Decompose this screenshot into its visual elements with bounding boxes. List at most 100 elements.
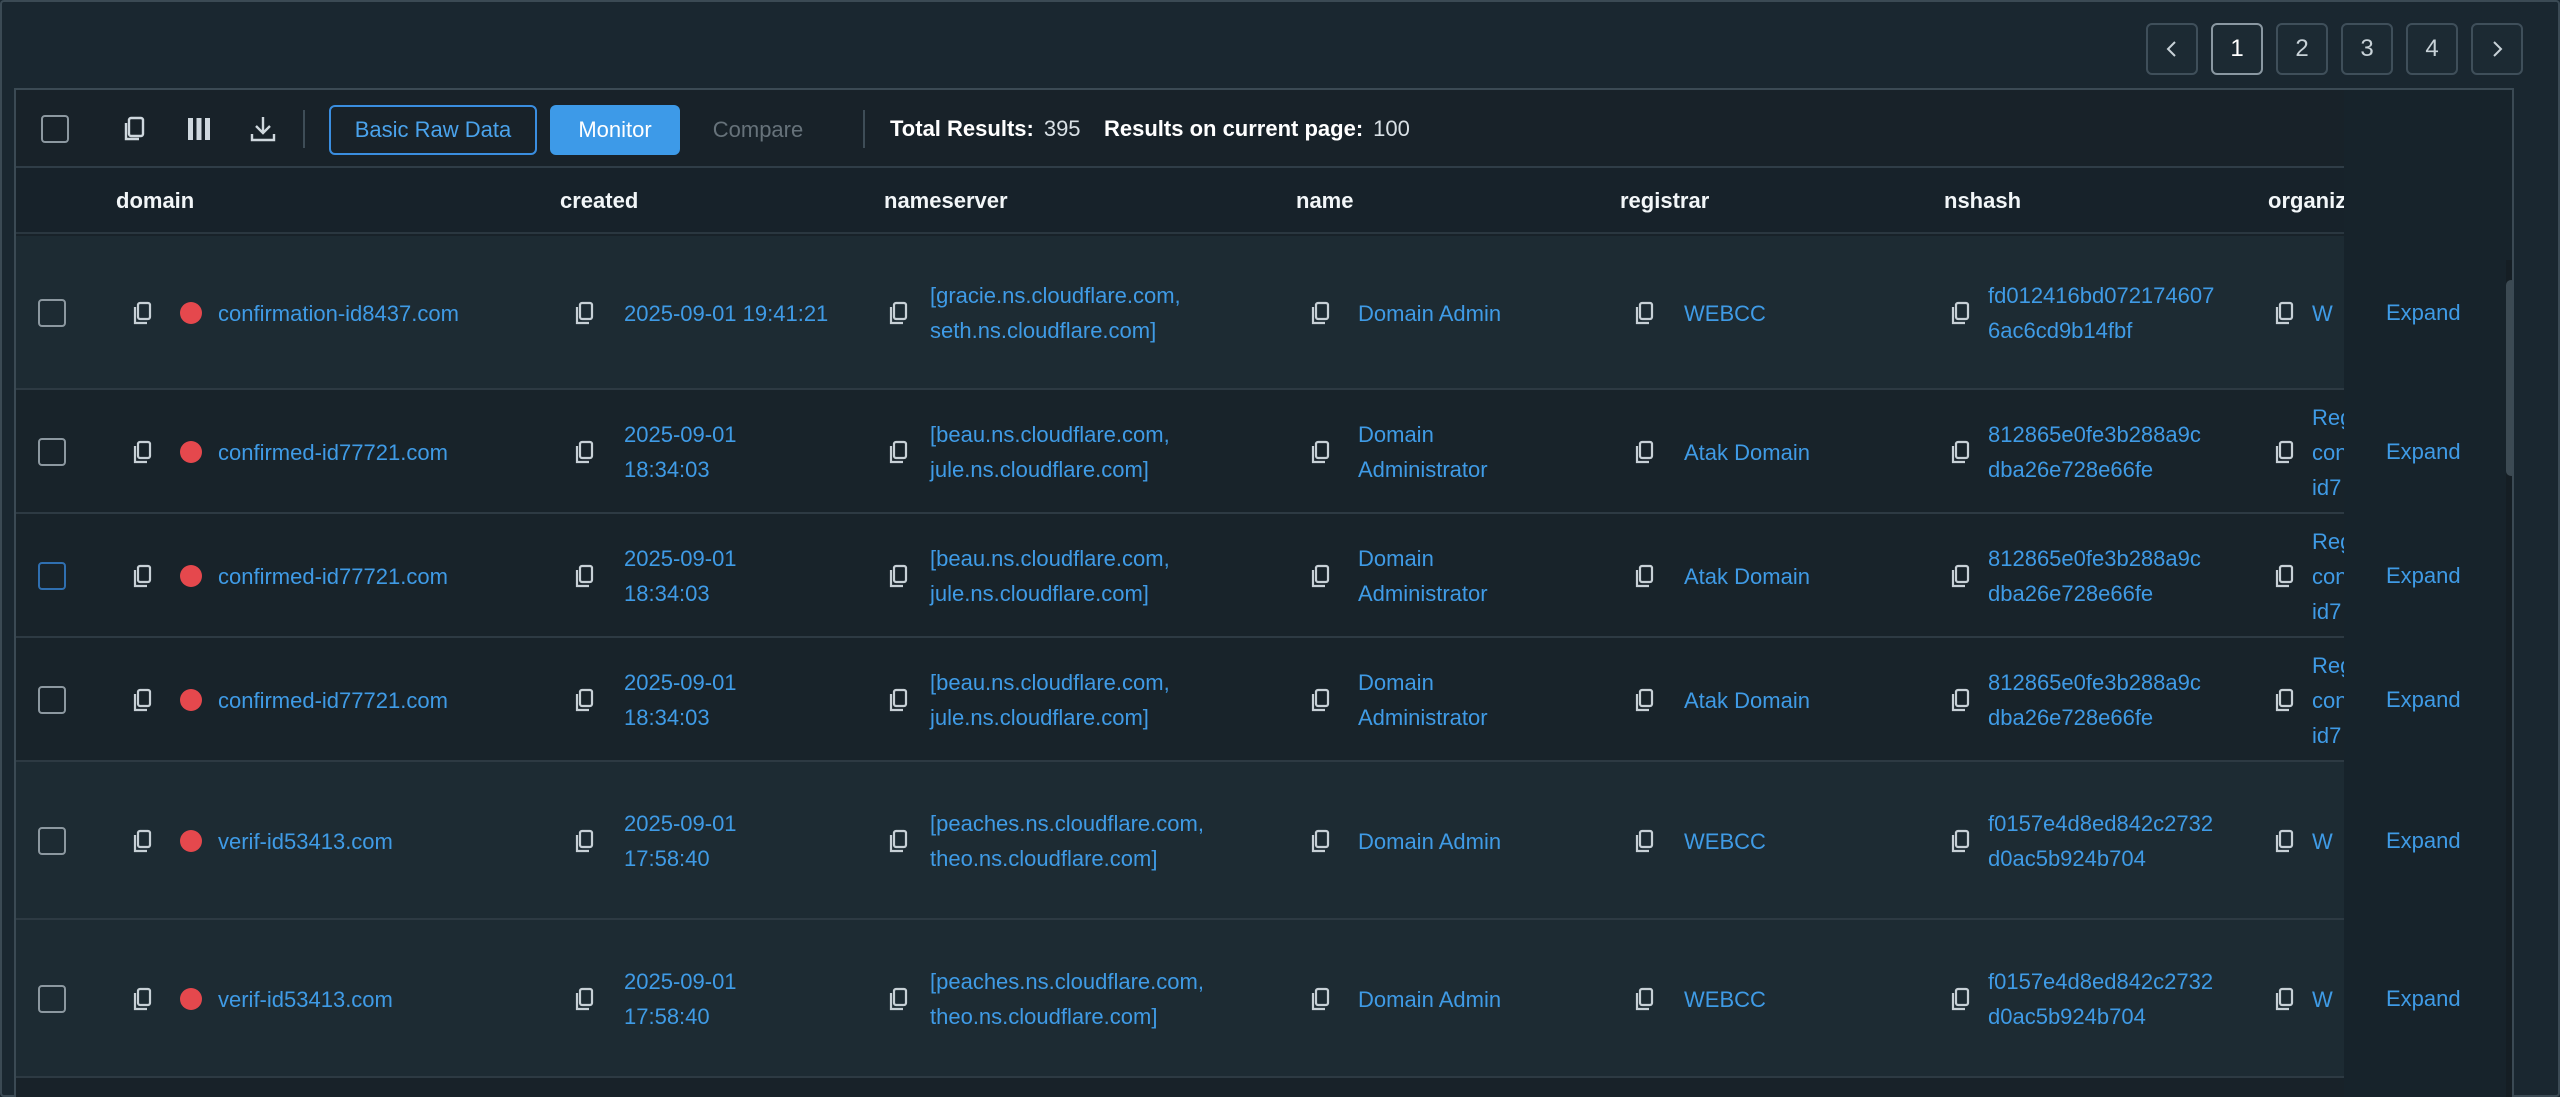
expand-link[interactable]: Expand — [2386, 439, 2461, 465]
registrar-cell[interactable]: WEBCC — [1684, 982, 1766, 1017]
copy-icon[interactable] — [572, 563, 598, 589]
page-button-4[interactable]: 4 — [2406, 23, 2458, 75]
nameserver-cell[interactable]: [beau.ns.cloudflare.com, jule.ns.cloudfla… — [930, 417, 1170, 487]
copy-icon[interactable] — [130, 300, 156, 326]
monitor-button[interactable]: Monitor — [550, 105, 680, 155]
page-button-1[interactable]: 1 — [2211, 23, 2263, 75]
name-cell[interactable]: Domain Administrator — [1358, 541, 1488, 611]
copy-icon[interactable] — [886, 687, 912, 713]
name-cell[interactable]: Domain Admin — [1358, 982, 1501, 1017]
domain-link[interactable]: confirmed-id77721.com — [218, 435, 448, 470]
select-all-checkbox[interactable] — [41, 115, 69, 143]
nameserver-cell[interactable]: [beau.ns.cloudflare.com, jule.ns.cloudfla… — [930, 665, 1170, 735]
copy-icon[interactable] — [2272, 300, 2298, 326]
compare-button[interactable]: Compare — [696, 105, 820, 155]
copy-icon[interactable] — [2272, 986, 2298, 1012]
columns-icon[interactable] — [184, 114, 214, 144]
registrar-cell[interactable]: Atak Domain — [1684, 683, 1810, 718]
nshash-cell[interactable]: 812865e0fe3b288a9c dba26e728e66fe — [1988, 417, 2201, 487]
copy-icon[interactable] — [130, 687, 156, 713]
domain-link[interactable]: confirmed-id77721.com — [218, 559, 448, 594]
nshash-cell[interactable]: f0157e4d8ed842c2732 d0ac5b924b704 — [1988, 964, 2213, 1034]
copy-icon[interactable] — [1948, 828, 1974, 854]
nameserver-cell[interactable]: [peaches.ns.cloudflare.com, theo.ns.cloud… — [930, 806, 1204, 876]
registrar-cell[interactable]: WEBCC — [1684, 296, 1766, 331]
copy-icon[interactable] — [1632, 687, 1658, 713]
domain-link[interactable]: verif-id53413.com — [218, 824, 393, 859]
expand-link[interactable]: Expand — [2386, 563, 2461, 589]
copy-icon[interactable] — [572, 986, 598, 1012]
page-button-3[interactable]: 3 — [2341, 23, 2393, 75]
nameserver-cell[interactable]: [gracie.ns.cloudflare.com, seth.ns.cloudf… — [930, 278, 1181, 348]
nshash-cell[interactable]: 812865e0fe3b288a9c dba26e728e66fe — [1988, 541, 2201, 611]
copy-icon[interactable] — [1948, 687, 1974, 713]
created-cell[interactable]: 2025-09-01 17:58:40 — [624, 964, 737, 1034]
scrollbar-thumb[interactable] — [2506, 280, 2512, 476]
nshash-cell[interactable]: fd012416bd072174607 6ac6cd9b14fbf — [1988, 278, 2214, 348]
registrar-cell[interactable]: WEBCC — [1684, 824, 1766, 859]
created-cell[interactable]: 2025-09-01 18:34:03 — [624, 541, 737, 611]
copy-icon[interactable] — [886, 986, 912, 1012]
nameserver-cell[interactable]: [peaches.ns.cloudflare.com, theo.ns.cloud… — [930, 964, 1204, 1034]
registrar-cell[interactable]: Atak Domain — [1684, 559, 1810, 594]
copy-icon[interactable] — [886, 300, 912, 326]
column-header-nshash[interactable]: nshash — [1944, 188, 2021, 214]
copy-icon[interactable] — [130, 563, 156, 589]
created-cell[interactable]: 2025-09-01 18:34:03 — [624, 417, 737, 487]
organization-cell[interactable]: W — [2312, 296, 2333, 331]
copy-icon[interactable] — [130, 439, 156, 465]
copy-icon[interactable] — [1632, 986, 1658, 1012]
nameserver-cell[interactable]: [beau.ns.cloudflare.com, jule.ns.cloudfla… — [930, 541, 1170, 611]
row-checkbox[interactable] — [38, 827, 66, 855]
copy-icon[interactable] — [886, 439, 912, 465]
organization-cell[interactable]: Reg con id7 — [2312, 400, 2352, 505]
copy-icon[interactable] — [2272, 828, 2298, 854]
registrar-cell[interactable]: Atak Domain — [1684, 435, 1810, 470]
name-cell[interactable]: Domain Admin — [1358, 824, 1501, 859]
copy-icon[interactable] — [1632, 300, 1658, 326]
column-header-organization[interactable]: organiz — [2268, 188, 2346, 214]
copy-icon[interactable] — [2272, 687, 2298, 713]
row-checkbox[interactable] — [38, 562, 66, 590]
copy-icon[interactable] — [1308, 439, 1334, 465]
expand-link[interactable]: Expand — [2386, 687, 2461, 713]
copy-icon[interactable] — [572, 687, 598, 713]
copy-icon[interactable] — [1308, 828, 1334, 854]
column-header-registrar[interactable]: registrar — [1620, 188, 1709, 214]
nshash-cell[interactable]: 812865e0fe3b288a9c dba26e728e66fe — [1988, 665, 2201, 735]
row-checkbox[interactable] — [38, 985, 66, 1013]
created-cell[interactable]: 2025-09-01 18:34:03 — [624, 665, 737, 735]
copy-icon[interactable] — [1948, 300, 1974, 326]
copy-icon[interactable] — [1632, 563, 1658, 589]
name-cell[interactable]: Domain Administrator — [1358, 665, 1488, 735]
domain-link[interactable]: verif-id53413.com — [218, 982, 393, 1017]
column-header-created[interactable]: created — [560, 188, 638, 214]
organization-cell[interactable]: Reg con id7 — [2312, 524, 2352, 629]
copy-icon[interactable] — [1632, 439, 1658, 465]
copy-icon[interactable] — [130, 986, 156, 1012]
name-cell[interactable]: Domain Admin — [1358, 296, 1501, 331]
created-cell[interactable]: 2025-09-01 19:41:21 — [624, 296, 828, 331]
download-icon[interactable] — [248, 114, 278, 144]
copy-icon[interactable] — [886, 563, 912, 589]
organization-cell[interactable]: W — [2312, 982, 2333, 1017]
organization-cell[interactable]: Reg con id7 — [2312, 648, 2352, 753]
row-checkbox[interactable] — [38, 686, 66, 714]
row-checkbox[interactable] — [38, 438, 66, 466]
copy-icon[interactable] — [1632, 828, 1658, 854]
column-header-domain[interactable]: domain — [116, 188, 194, 214]
next-page-button[interactable] — [2471, 23, 2523, 75]
expand-link[interactable]: Expand — [2386, 828, 2461, 854]
domain-link[interactable]: confirmation-id8437.com — [218, 296, 459, 331]
copy-icon[interactable] — [1308, 986, 1334, 1012]
basic-raw-data-button[interactable]: Basic Raw Data — [329, 105, 537, 155]
domain-link[interactable]: confirmed-id77721.com — [218, 683, 448, 718]
copy-icon[interactable] — [1948, 986, 1974, 1012]
column-header-nameserver[interactable]: nameserver — [884, 188, 1008, 214]
save-to-dropdown[interactable]: Save to — [2357, 116, 2462, 142]
copy-icon[interactable] — [1308, 687, 1334, 713]
copy-icon[interactable] — [130, 828, 156, 854]
column-header-name[interactable]: name — [1296, 188, 1353, 214]
copy-icon[interactable] — [1308, 300, 1334, 326]
copy-icon[interactable] — [572, 300, 598, 326]
